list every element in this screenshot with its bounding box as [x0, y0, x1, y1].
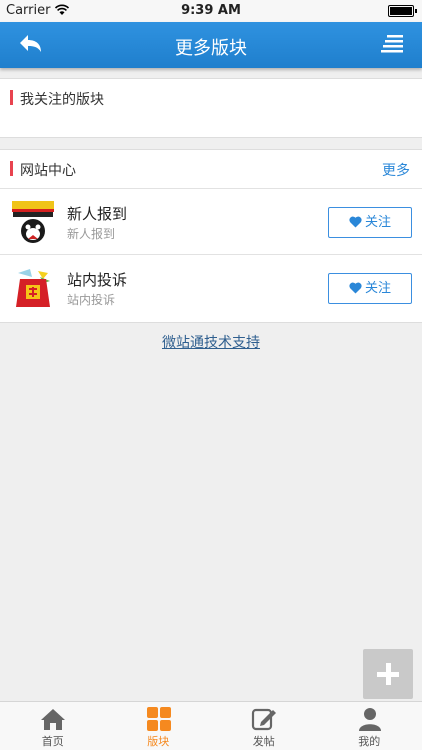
tab-post[interactable]: 发帖	[211, 702, 317, 750]
heart-icon	[349, 282, 362, 294]
heart-icon	[349, 216, 362, 228]
board-item-complaint[interactable]: 站内投诉 站内投诉 关注	[0, 254, 422, 320]
board-desc: 新人报到	[67, 227, 116, 241]
home-icon	[41, 709, 65, 730]
site-center-section: 网站中心 更多 新人报到 新人报到 关注 站内投诉 站内投诉 关注	[0, 149, 422, 323]
tab-label: 我的	[358, 735, 381, 748]
my-boards-title: 我关注的版块	[20, 92, 104, 108]
grid-icon	[146, 707, 171, 731]
tab-boards[interactable]: 版块	[106, 702, 212, 750]
more-link[interactable]: 更多	[382, 160, 410, 180]
complaint-logo	[16, 269, 50, 307]
site-center-header: 网站中心 更多	[0, 150, 422, 188]
newcomer-logo	[12, 201, 54, 243]
nav-bar: 更多版块	[0, 22, 422, 68]
board-item-newcomer[interactable]: 新人报到 新人报到 关注	[0, 188, 422, 254]
follow-label: 关注	[364, 281, 391, 296]
plus-icon	[377, 663, 399, 685]
tab-label: 首页	[41, 735, 64, 748]
section-marker	[10, 161, 13, 176]
follow-label: 关注	[364, 215, 391, 230]
tab-me[interactable]: 我的	[317, 702, 422, 750]
edit-icon	[251, 708, 276, 731]
page-title: 更多版块	[175, 38, 247, 59]
status-bar: Carrier 9:39 AM	[0, 0, 422, 22]
tab-bar: 首页 版块 发帖 我的	[0, 701, 422, 750]
my-boards-section: 我关注的版块	[0, 78, 422, 138]
status-time: 9:39 AM	[181, 3, 241, 18]
tab-home[interactable]: 首页	[0, 702, 106, 750]
board-desc: 站内投诉	[67, 293, 116, 307]
follow-button[interactable]: 关注	[328, 207, 412, 238]
board-name: 站内投诉	[67, 271, 128, 289]
tab-label: 版块	[147, 735, 170, 748]
board-name: 新人报到	[67, 205, 128, 223]
support-link[interactable]: 微站通技术支持	[0, 332, 422, 352]
site-center-title: 网站中心	[20, 163, 76, 179]
follow-button[interactable]: 关注	[328, 273, 412, 304]
tab-label: 发帖	[252, 735, 275, 748]
add-button[interactable]	[363, 649, 413, 699]
user-icon	[358, 708, 381, 731]
menu-icon[interactable]	[380, 32, 406, 58]
my-boards-header: 我关注的版块	[0, 79, 422, 117]
section-marker	[10, 90, 13, 105]
battery-icon	[388, 5, 417, 17]
